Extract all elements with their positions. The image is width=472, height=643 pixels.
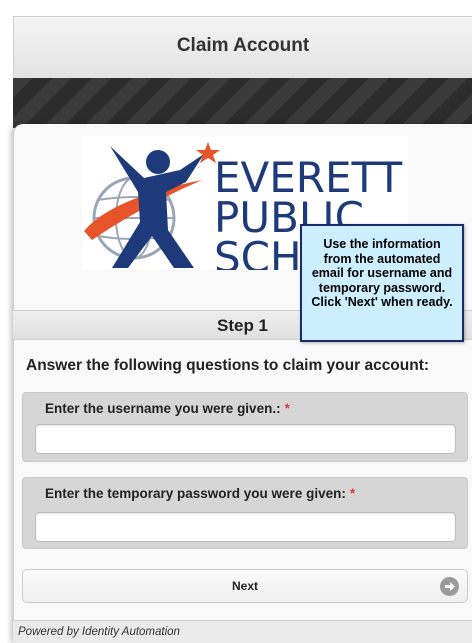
header-stripe-band [13,78,472,128]
tooltip-text: Use the information from the automated e… [311,237,453,309]
username-field-group: Enter the username you were given.: * [22,392,468,462]
username-label-text: Enter the username you were given.: [45,401,281,416]
required-marker: * [349,486,356,501]
next-button[interactable]: Next [22,569,468,603]
page-title: Claim Account [176,35,310,56]
powered-by-text: Powered by Identity Automation [18,626,180,638]
page-header: Claim Account [13,16,472,78]
step-label: Step 1 [216,316,269,335]
app-frame: Claim Account EVERETT PUBLIC SCHO Step 1 [0,0,472,643]
help-tooltip: Use the information from the automated e… [300,224,464,342]
password-label: Enter the temporary password you were gi… [45,486,355,501]
username-input[interactable] [35,424,456,454]
password-field-group: Enter the temporary password you were gi… [22,477,468,549]
password-label-text: Enter the temporary password you were gi… [45,486,346,501]
required-marker: * [284,401,290,416]
arrow-right-circle-icon [440,577,459,596]
password-input[interactable] [35,512,456,542]
form-instructions: Answer the following questions to claim … [26,357,430,374]
next-button-label: Next [231,579,258,593]
page-footer: Powered by Identity Automation [13,620,472,643]
username-label: Enter the username you were given.: * [45,401,290,416]
